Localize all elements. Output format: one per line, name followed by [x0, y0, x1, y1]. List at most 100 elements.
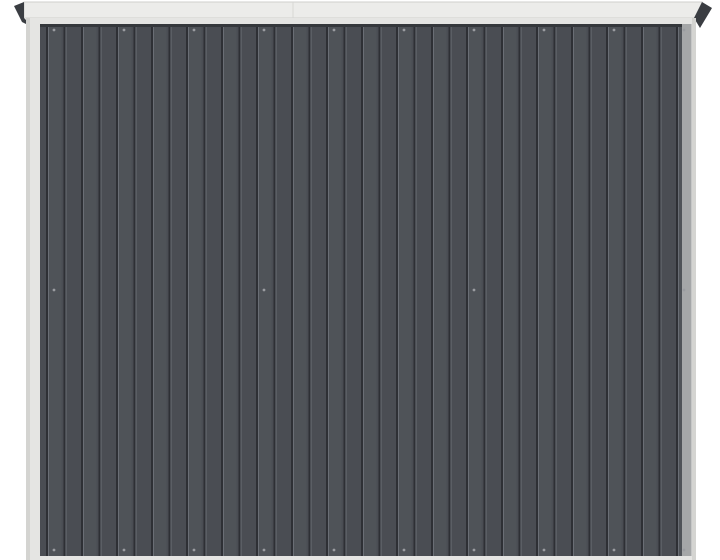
- panel-rivet: [542, 28, 546, 32]
- panel-rib-highlight: [660, 24, 662, 556]
- panel-rib-highlight: [258, 24, 259, 556]
- panel-rib-groove: [343, 24, 346, 556]
- panel-rivet: [52, 548, 56, 552]
- panel-rivet: [262, 28, 266, 32]
- panel-rib-groove: [256, 24, 258, 556]
- panel-rib-groove: [518, 24, 521, 556]
- panel-rib-face: [504, 24, 517, 556]
- panel-rib-highlight: [363, 24, 364, 556]
- panel-rivet: [472, 28, 476, 32]
- panel-rib-groove: [186, 24, 188, 556]
- panel-rivet: [402, 28, 406, 32]
- panel-rib-highlight: [345, 24, 347, 556]
- panel-rib-groove: [658, 24, 661, 556]
- panel-rib-face: [609, 24, 622, 556]
- panel-rib-groove: [238, 24, 241, 556]
- panel-rib-groove: [361, 24, 363, 556]
- panel-rivet: [472, 288, 476, 292]
- shed-illustration: [14, 1, 712, 560]
- panel-rib-groove: [46, 24, 48, 556]
- panel-rib-highlight: [380, 24, 382, 556]
- panel-rivet: [612, 548, 616, 552]
- panel-rib-face: [294, 24, 307, 556]
- panel-rib-groove: [676, 24, 678, 556]
- panel-rib-groove: [606, 24, 608, 556]
- panel-rib-face: [224, 24, 237, 556]
- panel-rib-highlight: [398, 24, 399, 556]
- panel-rib-groove: [378, 24, 381, 556]
- panel-rib-highlight: [65, 24, 67, 556]
- panel-rib-highlight: [573, 24, 574, 556]
- panel-rib-highlight: [625, 24, 627, 556]
- panel-rib-highlight: [415, 24, 417, 556]
- panel-rib-groove: [168, 24, 171, 556]
- panel-rivet: [262, 548, 266, 552]
- panel-rib-highlight: [590, 24, 592, 556]
- panel-rib-highlight: [608, 24, 609, 556]
- panel-rivet: [332, 548, 336, 552]
- panel-rib-highlight: [275, 24, 277, 556]
- panel-rib-groove: [623, 24, 626, 556]
- panel-rib-highlight: [433, 24, 434, 556]
- panel-rib-highlight: [310, 24, 312, 556]
- panel-rivet: [192, 28, 196, 32]
- panel-rib-groove: [221, 24, 223, 556]
- panel-rib-groove: [413, 24, 416, 556]
- panel-rib-groove: [553, 24, 556, 556]
- panel-rivet: [332, 28, 336, 32]
- roof-trim-face: [23, 1, 703, 19]
- frame-left-shadow: [26, 18, 30, 560]
- panel-rib-highlight: [83, 24, 84, 556]
- panel-rib-groove: [466, 24, 468, 556]
- panel-rib-highlight: [643, 24, 644, 556]
- panel-rib-face: [644, 24, 657, 556]
- panel-rivet: [262, 288, 266, 292]
- panel-rib-highlight: [153, 24, 154, 556]
- panel-rib-highlight: [468, 24, 469, 556]
- panel-rib-highlight: [118, 24, 119, 556]
- panel-rivet: [612, 28, 616, 32]
- panel-rib-groove: [291, 24, 293, 556]
- panel-rivet: [402, 548, 406, 552]
- panel-rib-groove: [98, 24, 101, 556]
- panel-rib-groove: [536, 24, 538, 556]
- panel-rib-groove: [308, 24, 311, 556]
- roof-shadow: [40, 24, 682, 27]
- panel-rib-highlight: [503, 24, 504, 556]
- panel-rib-highlight: [450, 24, 452, 556]
- panel-rivet: [682, 548, 686, 552]
- panel-rib-highlight: [100, 24, 102, 556]
- panel-rib-face: [399, 24, 412, 556]
- panel-rib-highlight: [328, 24, 329, 556]
- panel-rib-face: [539, 24, 552, 556]
- panel-rib-groove: [483, 24, 486, 556]
- panel-rib-highlight: [678, 24, 679, 556]
- shed-scene: [0, 0, 720, 560]
- panel-rib-groove: [641, 24, 643, 556]
- frame-right-shadow: [692, 18, 696, 560]
- panel-rib-face: [154, 24, 167, 556]
- panel-rib-highlight: [223, 24, 224, 556]
- panel-rib-highlight: [555, 24, 557, 556]
- panel-rib-face: [574, 24, 587, 556]
- panel-rib-groove: [203, 24, 206, 556]
- panel-rib-groove: [326, 24, 328, 556]
- panel-rib-groove: [571, 24, 573, 556]
- panel-rib-highlight: [205, 24, 207, 556]
- panel-rivet: [542, 548, 546, 552]
- panel-rib-groove: [63, 24, 66, 556]
- panel-rib-highlight: [520, 24, 522, 556]
- panel-rivet: [52, 288, 56, 292]
- panel-rib-groove: [151, 24, 153, 556]
- panel-rib-groove: [396, 24, 398, 556]
- panel-rib-groove: [273, 24, 276, 556]
- panel-rib-highlight: [485, 24, 487, 556]
- panel-rib-face: [434, 24, 447, 556]
- panel-rivet: [52, 28, 56, 32]
- panel-rib-face: [189, 24, 202, 556]
- panel-rib-highlight: [293, 24, 294, 556]
- panel-rib-face: [329, 24, 342, 556]
- panel-rib-highlight: [188, 24, 189, 556]
- panel-rib-highlight: [170, 24, 172, 556]
- panel-rib-groove: [448, 24, 451, 556]
